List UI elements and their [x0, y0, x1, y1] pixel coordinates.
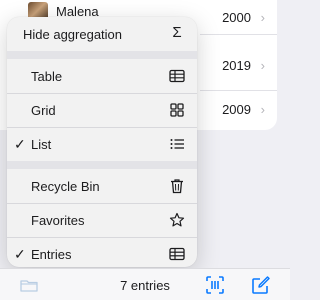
select-icon[interactable] — [206, 276, 224, 294]
view-options-menu: Hide aggregation Σ Table Grid ✓ List Rec… — [7, 17, 197, 267]
entry-year: 2009 — [222, 102, 251, 117]
menu-item-label: List — [31, 137, 52, 152]
menu-item-label: Entries — [31, 247, 72, 262]
menu-item-label: Table — [31, 69, 63, 84]
menu-item-recycle-bin[interactable]: Recycle Bin — [7, 169, 197, 203]
menu-item-grid[interactable]: Grid — [7, 93, 197, 127]
menu-item-hide-aggregation[interactable]: Hide aggregation Σ — [7, 17, 197, 51]
grid-icon — [170, 103, 184, 117]
divider — [200, 34, 277, 35]
menu-item-favorites[interactable]: Favorites — [7, 203, 197, 237]
checkmark-icon: ✓ — [14, 136, 26, 152]
menu-item-label: Favorites — [31, 213, 85, 228]
menu-section-gap — [7, 161, 197, 169]
table-icon — [169, 247, 185, 261]
menu-item-label: Grid — [31, 103, 56, 118]
chevron-right-icon: › — [260, 102, 265, 117]
chevron-right-icon: › — [260, 58, 265, 73]
menu-item-label: Recycle Bin — [31, 179, 100, 194]
bottom-toolbar: 7 entries — [0, 268, 290, 300]
menu-item-entries[interactable]: ✓ Entries — [7, 237, 197, 267]
entry-year: 2019 — [222, 58, 251, 73]
menu-item-label: Hide aggregation — [23, 27, 123, 42]
sigma-icon: Σ — [172, 24, 182, 41]
menu-section-gap — [7, 51, 197, 59]
entry-year: 2000 — [222, 10, 251, 25]
chevron-right-icon: › — [260, 10, 265, 25]
menu-item-table[interactable]: Table — [7, 59, 197, 93]
table-icon — [169, 69, 185, 83]
menu-item-list[interactable]: ✓ List — [7, 127, 197, 161]
entries-count: 7 entries — [120, 278, 170, 293]
trash-icon — [171, 179, 183, 194]
divider — [200, 90, 277, 91]
compose-icon[interactable] — [251, 275, 271, 295]
star-icon — [169, 212, 185, 227]
list-icon — [170, 139, 184, 149]
checkmark-icon: ✓ — [14, 246, 26, 262]
